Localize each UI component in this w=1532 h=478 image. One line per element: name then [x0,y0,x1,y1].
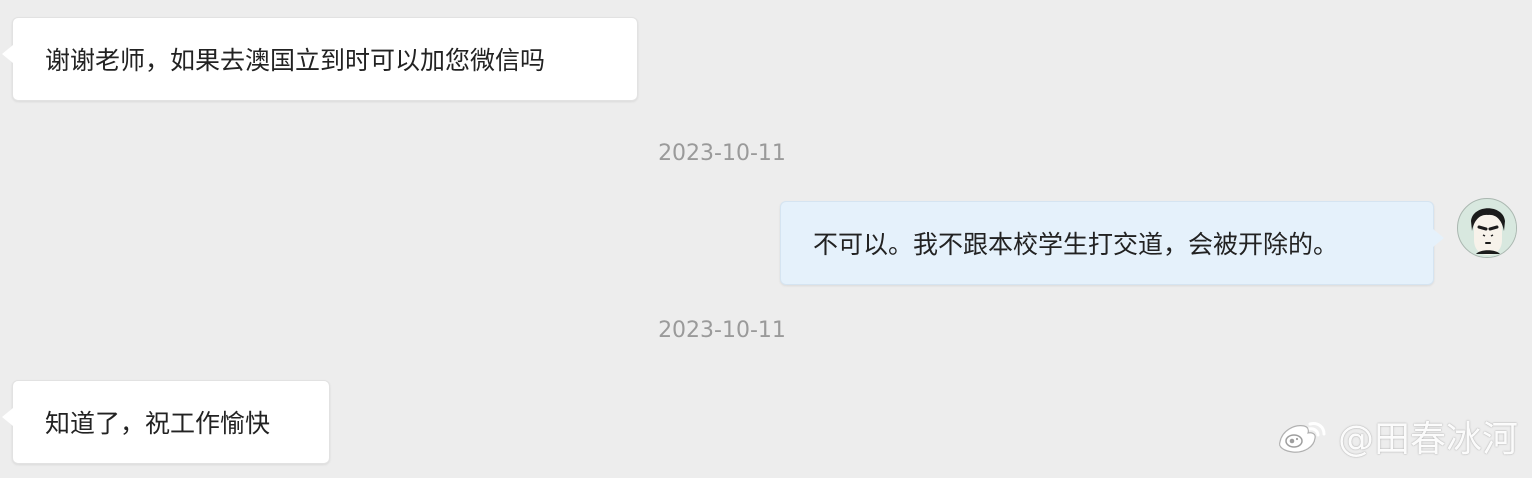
message-text: 谢谢老师，如果去澳国立到时可以加您微信吗 [45,46,546,75]
weibo-watermark: @田春冰河 [1274,410,1518,462]
message-text: 不可以。我不跟本校学生打交道，会被开除的。 [813,230,1339,259]
message-bubble-incoming: 谢谢老师，如果去澳国立到时可以加您微信吗 [2,17,638,101]
message-timestamp: 2023-10-11 [658,141,786,166]
message-text: 知道了，祝工作愉快 [45,409,271,438]
chat-conversation: 谢谢老师，如果去澳国立到时可以加您微信吗 2023-10-11 不可以。我不跟本… [0,0,1532,478]
bubble-tail-left [2,45,13,63]
weibo-icon [1279,422,1326,453]
watermark-text: @田春冰河 [1337,419,1518,460]
message-bubble-incoming: 知道了，祝工作愉快 [2,380,330,464]
message-bubble-outgoing: 不可以。我不跟本校学生打交道，会被开除的。 [780,201,1444,285]
bubble-tail-right [1433,229,1444,247]
message-timestamp: 2023-10-11 [658,318,786,343]
avatar-icon[interactable] [1457,198,1517,258]
bubble-tail-left [2,408,13,426]
